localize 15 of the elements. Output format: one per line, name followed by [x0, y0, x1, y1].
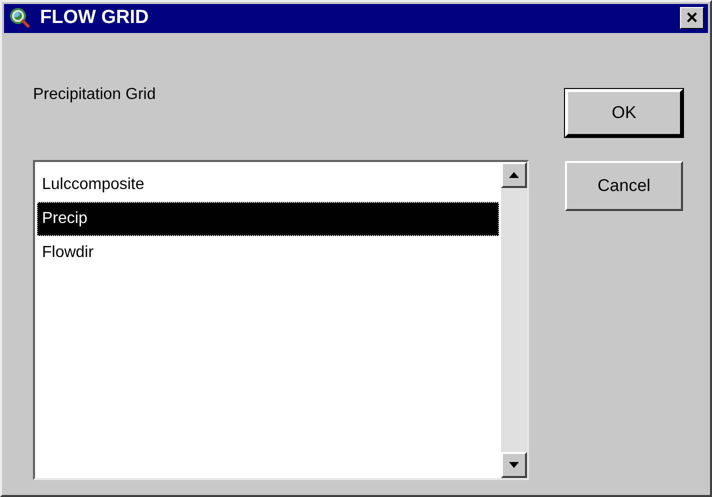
down-arrow-icon	[509, 462, 519, 468]
scroll-down-button[interactable]	[501, 452, 527, 478]
globe-magnifier-icon	[8, 6, 32, 30]
scrollbar[interactable]	[501, 162, 527, 478]
scroll-up-button[interactable]	[501, 162, 527, 188]
window-title: FLOW GRID	[40, 6, 150, 30]
up-arrow-icon	[509, 172, 519, 178]
dialog-button[interactable]: Cancel	[565, 160, 683, 210]
field-label: Precipitation Grid	[33, 84, 157, 104]
list-item[interactable]: Lulccomposite	[37, 168, 499, 202]
dialog-button[interactable]: OK	[565, 88, 683, 136]
list-item[interactable]: Flowdir	[37, 236, 499, 270]
close-button[interactable]: ×	[680, 7, 704, 30]
list-item[interactable]: Precip	[37, 202, 499, 236]
grid-list[interactable]: Lulccomposite Precip Flowdir	[33, 160, 529, 480]
